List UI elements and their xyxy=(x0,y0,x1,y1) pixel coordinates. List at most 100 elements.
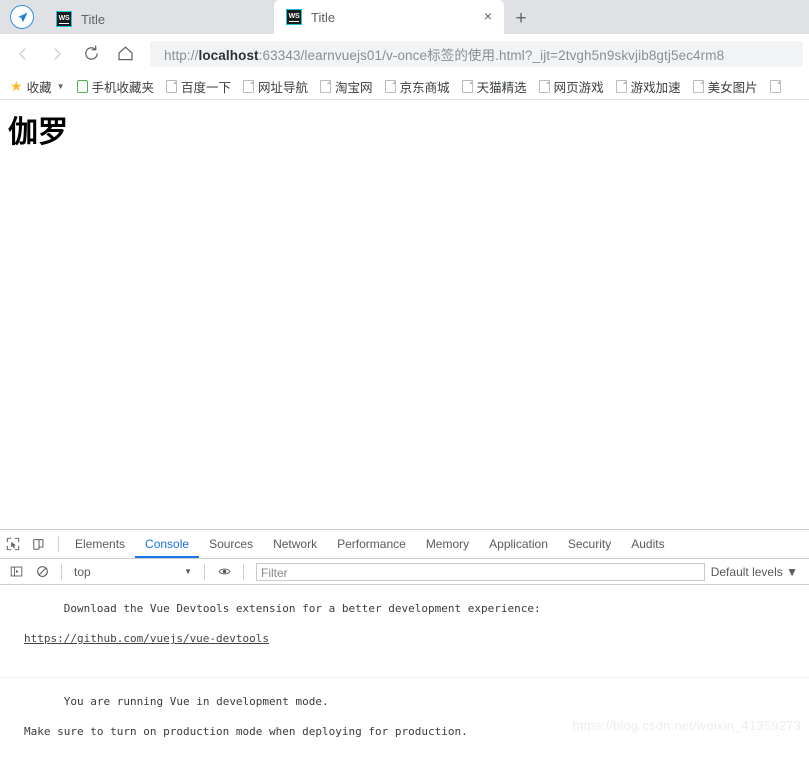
doc-icon xyxy=(461,79,473,93)
bookmark-label: 天猫精选 xyxy=(476,80,527,95)
chevron-down-icon: ▼ xyxy=(786,564,798,579)
console-filter-input[interactable]: Filter xyxy=(256,562,705,581)
favicon-label: WS xyxy=(288,12,300,22)
bookmark-label: 游戏加速 xyxy=(630,80,681,95)
doc-icon xyxy=(692,79,704,93)
address-bar[interactable]: http://localhost:63343/learnvuejs01/v-on… xyxy=(150,40,803,67)
app-logo-icon[interactable] xyxy=(0,0,44,34)
browser-tabstrip: WS Title WS Title × + xyxy=(0,0,809,34)
doc-icon xyxy=(615,79,627,93)
doc-icon xyxy=(166,79,178,93)
bookmark-item[interactable]: 美女图片 xyxy=(692,77,758,96)
browser-toolbar: http://localhost:63343/learnvuejs01/v-on… xyxy=(0,34,809,73)
home-glyph xyxy=(117,46,133,61)
message-line-2: Make sure to turn on production mode whe… xyxy=(24,725,468,738)
inspect-element-icon[interactable] xyxy=(0,531,26,557)
url-host: localhost xyxy=(198,47,259,63)
tab-elements[interactable]: Elements xyxy=(65,531,135,558)
browser-tab-1[interactable]: WS Title xyxy=(44,4,274,34)
execution-context-select[interactable]: top ▼ xyxy=(68,565,198,579)
message-line-1: Download the Vue Devtools extension for … xyxy=(63,602,541,615)
console-sidebar-icon[interactable] xyxy=(3,559,29,585)
eye-glyph xyxy=(218,568,230,575)
chevron-down-icon[interactable]: ▼ xyxy=(57,82,65,91)
tab-application[interactable]: Application xyxy=(479,531,558,558)
bookmark-item[interactable]: 手机收藏夹 xyxy=(76,77,155,96)
message-line-2: https://github.com/vuejs/vue-devtools xyxy=(24,631,809,646)
new-tab-button[interactable]: + xyxy=(504,4,538,34)
tab-title: Title xyxy=(81,11,106,27)
doc-icon xyxy=(384,79,396,93)
filterbar-divider xyxy=(243,563,244,580)
devtools-panel: Elements Console Sources Network Perform… xyxy=(0,529,809,739)
tab-audits[interactable]: Audits xyxy=(621,531,674,558)
favicon-label: WS xyxy=(58,14,70,24)
console-sidebar-glyph xyxy=(10,566,22,577)
bookmark-label: 京东商城 xyxy=(399,80,450,95)
bookmark-label: 手机收藏夹 xyxy=(91,80,155,95)
doc-icon xyxy=(320,79,332,93)
bookmark-label: 美女图片 xyxy=(707,80,758,95)
phone-icon xyxy=(76,79,88,93)
bookmark-item[interactable]: 淘宝网 xyxy=(320,77,373,96)
bookmark-label: 收藏 xyxy=(26,80,52,95)
bookmark-item[interactable]: 游戏加速 xyxy=(615,77,681,96)
bookmark-item-overflow[interactable] xyxy=(769,79,781,93)
live-expression-eye-icon[interactable] xyxy=(211,559,237,585)
page-heading: 伽罗 xyxy=(8,115,68,150)
clear-console-glyph xyxy=(36,566,48,577)
log-levels-label: Default levels xyxy=(710,564,783,579)
doc-icon xyxy=(243,79,255,93)
doc-icon xyxy=(538,79,550,93)
log-levels-dropdown[interactable]: Default levels ▼ xyxy=(711,565,806,579)
paper-plane-glyph xyxy=(17,12,27,22)
console-output[interactable]: Download the Vue Devtools extension for … xyxy=(0,585,809,739)
back-arrow-glyph xyxy=(19,47,26,60)
tab-console[interactable]: Console xyxy=(135,531,200,558)
device-toolbar-icon[interactable] xyxy=(26,531,52,557)
tab-network[interactable]: Network xyxy=(263,531,327,558)
tab-security[interactable]: Security xyxy=(558,531,621,558)
forward-arrow-glyph xyxy=(54,47,61,60)
webstorm-favicon-icon: WS xyxy=(286,9,302,25)
message-line-1: You are running Vue in development mode. xyxy=(63,695,329,708)
console-message: You are running Vue in development mode.… xyxy=(0,678,809,739)
devtools-tabbar: Elements Console Sources Network Perform… xyxy=(0,530,809,559)
bookmark-label: 网址导航 xyxy=(258,80,309,95)
paper-plane-icon xyxy=(10,5,34,29)
console-message: Download the Vue Devtools extension for … xyxy=(0,585,809,678)
reload-icon[interactable] xyxy=(74,37,108,71)
tab-sources[interactable]: Sources xyxy=(199,531,263,558)
device-toolbar-glyph xyxy=(33,539,44,550)
back-arrow-icon[interactable] xyxy=(6,37,40,71)
tab-performance[interactable]: Performance xyxy=(327,531,416,558)
bookmarks-bar: ★ 收藏 ▼ 手机收藏夹 百度一下 网址导航 淘宝网 京东商城 天猫精选 网页游… xyxy=(0,73,809,100)
toolbar-divider xyxy=(58,536,59,552)
bookmark-item[interactable]: 百度一下 xyxy=(166,77,231,96)
close-icon[interactable]: × xyxy=(480,9,496,25)
clear-console-icon[interactable] xyxy=(29,559,55,585)
reload-glyph xyxy=(84,45,98,60)
home-icon[interactable] xyxy=(108,37,142,71)
star-icon: ★ xyxy=(10,78,23,94)
tab-title: Title xyxy=(311,9,336,25)
filterbar-divider xyxy=(61,563,62,580)
url-rest: :63343/learnvuejs01/v-once标签的使用.html?_ij… xyxy=(258,47,725,63)
bookmark-label: 淘宝网 xyxy=(335,80,373,95)
bookmark-item[interactable]: 京东商城 xyxy=(384,77,450,96)
page-viewport: 伽罗 xyxy=(0,100,809,529)
tab-memory[interactable]: Memory xyxy=(416,531,479,558)
browser-tab-2[interactable]: WS Title × xyxy=(274,0,504,34)
bookmark-item[interactable]: 网页游戏 xyxy=(538,77,604,96)
url-scheme: http:// xyxy=(164,47,199,63)
inspect-element-glyph xyxy=(6,537,20,551)
bookmark-label: 百度一下 xyxy=(181,80,232,95)
vue-devtools-link[interactable]: https://github.com/vuejs/vue-devtools xyxy=(24,632,269,645)
filterbar-divider xyxy=(204,563,205,580)
execution-context-value: top xyxy=(74,564,91,579)
forward-arrow-icon[interactable] xyxy=(40,37,74,71)
bookmark-item[interactable]: 天猫精选 xyxy=(461,77,527,96)
bookmark-favorites[interactable]: ★ 收藏 ▼ xyxy=(10,77,65,96)
tabstrip-empty-space xyxy=(538,0,809,34)
bookmark-item[interactable]: 网址导航 xyxy=(243,77,308,96)
